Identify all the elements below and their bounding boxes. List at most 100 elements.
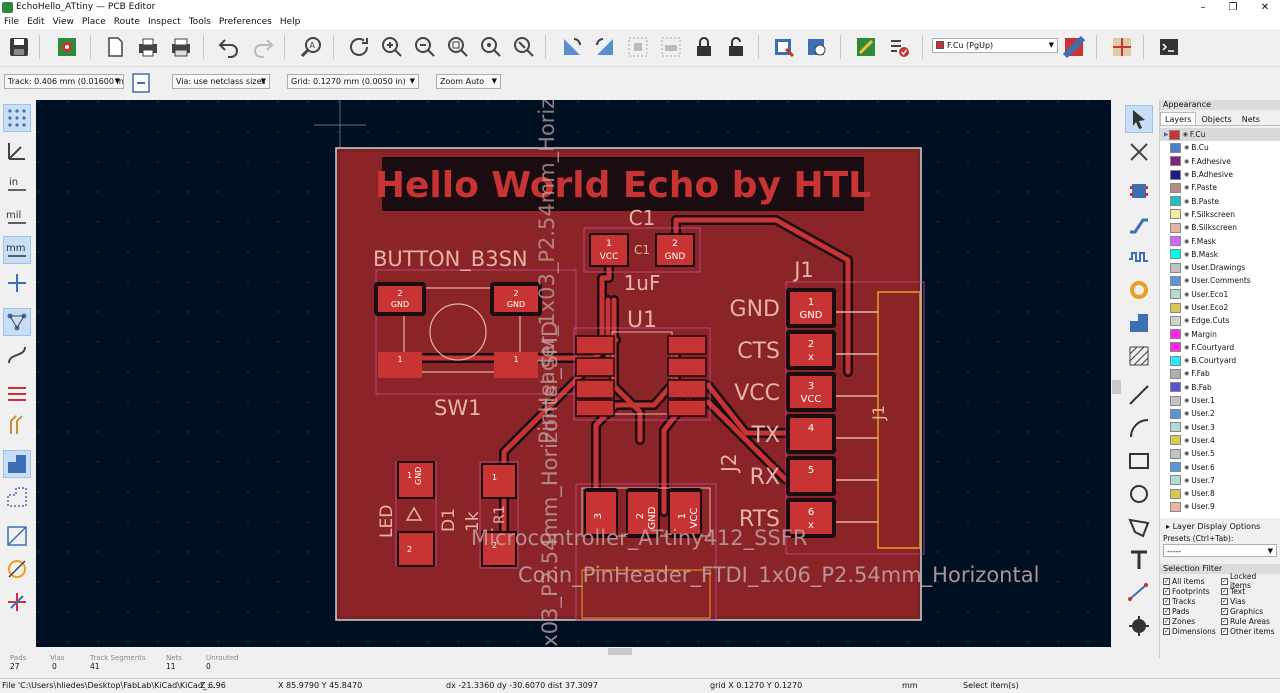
- redo-icon[interactable]: [249, 33, 277, 61]
- layer-row[interactable]: ◉ User.3: [1160, 421, 1280, 434]
- menu-place[interactable]: Place: [78, 15, 110, 29]
- board-setup-icon[interactable]: [53, 33, 81, 61]
- print-icon[interactable]: [134, 33, 162, 61]
- vertical-scrollbar[interactable]: [1111, 100, 1122, 648]
- eye-icon[interactable]: ◉: [1184, 357, 1189, 364]
- filter-checkbox[interactable]: ✓ Other items: [1221, 626, 1279, 636]
- layer-color-swatch[interactable]: [1170, 209, 1181, 220]
- refresh-icon[interactable]: [345, 33, 373, 61]
- layer-row[interactable]: ◉ F.Mask: [1160, 234, 1280, 247]
- layer-row[interactable]: ▶ ◉ F.Cu: [1160, 128, 1280, 142]
- draw-polygon-icon[interactable]: [1125, 513, 1153, 541]
- layer-color-swatch[interactable]: [1170, 422, 1181, 433]
- close-button[interactable]: ✕: [1250, 0, 1280, 15]
- grid-origin-icon[interactable]: [1125, 612, 1153, 640]
- minimize-button[interactable]: –: [1188, 0, 1218, 15]
- horizontal-scrollbar[interactable]: [36, 647, 1111, 656]
- zone-outline-icon[interactable]: [3, 483, 31, 511]
- layer-row[interactable]: ◉ User.Eco2: [1160, 301, 1280, 314]
- layer-color-swatch[interactable]: [1170, 275, 1181, 286]
- layer-row[interactable]: ◉ User.9: [1160, 500, 1280, 513]
- j1-pad[interactable]: 5: [786, 456, 836, 496]
- layer-color-swatch[interactable]: [1170, 329, 1181, 340]
- layer-row[interactable]: ◉ F.Silkscreen: [1160, 208, 1280, 221]
- layer-color-swatch[interactable]: [1170, 302, 1181, 313]
- filter-checkbox[interactable]: ✓ Zones: [1163, 616, 1221, 626]
- hide-other-nets-icon[interactable]: [3, 588, 31, 616]
- polar-coords-icon[interactable]: [3, 137, 31, 165]
- filter-checkbox[interactable]: ✓ Footprints: [1163, 586, 1221, 596]
- j1-pad[interactable]: 1 GND: [786, 288, 836, 328]
- layer-color-swatch[interactable]: [1170, 382, 1181, 393]
- layer-color-swatch[interactable]: [1170, 501, 1181, 512]
- filter-checkbox[interactable]: ✓ Vias: [1221, 596, 1279, 606]
- tab-layers[interactable]: Layers: [1160, 112, 1197, 125]
- layer-color-swatch[interactable]: [1170, 262, 1181, 273]
- zoom-objects-icon[interactable]: [477, 33, 505, 61]
- filter-checkbox[interactable]: ✓ All items: [1163, 576, 1221, 586]
- grid-select[interactable]: Grid: 0.1270 mm (0.0050 in) ▼: [287, 74, 419, 89]
- via-size-select[interactable]: Via: use netclass sizes ▼: [172, 74, 270, 89]
- layer-color-swatch[interactable]: [1170, 448, 1181, 459]
- eye-icon[interactable]: ◉: [1184, 464, 1189, 471]
- filter-checkbox[interactable]: ✓ Text: [1221, 586, 1279, 596]
- add-text-icon[interactable]: [1125, 546, 1153, 574]
- page-settings-icon[interactable]: [101, 33, 129, 61]
- eye-icon[interactable]: ◉: [1184, 317, 1189, 324]
- eye-icon[interactable]: ◉: [1184, 158, 1189, 165]
- filter-checkbox[interactable]: ✓ Dimensions: [1163, 626, 1221, 636]
- presets-select[interactable]: ----- ▼: [1163, 544, 1277, 557]
- eye-icon[interactable]: ◉: [1184, 477, 1189, 484]
- zone-fill-icon[interactable]: [3, 450, 31, 478]
- layer-row[interactable]: ◉ User.7: [1160, 474, 1280, 487]
- layer-row[interactable]: ◉ Edge.Cuts: [1160, 314, 1280, 327]
- layer-color-swatch[interactable]: [1170, 475, 1181, 486]
- tab-objects[interactable]: Objects: [1196, 112, 1236, 125]
- microwave-tools-icon[interactable]: [1108, 33, 1136, 61]
- eye-icon[interactable]: ◉: [1184, 424, 1189, 431]
- j1-pad[interactable]: 2x: [786, 330, 836, 370]
- add-footprint-icon[interactable]: [1125, 177, 1153, 205]
- eye-icon[interactable]: ◉: [1184, 304, 1189, 311]
- menu-help[interactable]: Help: [276, 15, 305, 29]
- unlock-icon[interactable]: [722, 33, 750, 61]
- eye-icon[interactable]: ◉: [1184, 277, 1189, 284]
- menu-view[interactable]: View: [49, 15, 78, 29]
- pad-outline-icon[interactable]: [3, 522, 31, 550]
- layer-row[interactable]: ◉ F.Courtyard: [1160, 341, 1280, 354]
- eye-icon[interactable]: ◉: [1184, 198, 1189, 205]
- layer-row[interactable]: ◉ User.5: [1160, 447, 1280, 460]
- tune-length-icon[interactable]: [1125, 243, 1153, 271]
- zoom-select[interactable]: Zoom Auto ▼: [436, 74, 501, 89]
- layer-row[interactable]: ◉ B.Courtyard: [1160, 354, 1280, 367]
- layer-color-swatch[interactable]: [1170, 222, 1181, 233]
- add-via-icon[interactable]: [1125, 276, 1153, 304]
- eye-icon[interactable]: ◉: [1184, 344, 1189, 351]
- units-mil-icon[interactable]: mil: [3, 203, 31, 231]
- scripting-icon[interactable]: [852, 33, 880, 61]
- menu-route[interactable]: Route: [110, 15, 144, 29]
- mirror-h-icon[interactable]: [624, 33, 652, 61]
- layer-color-swatch[interactable]: [1170, 408, 1181, 419]
- scripting-console-icon[interactable]: [1155, 33, 1183, 61]
- eye-icon[interactable]: ◉: [1184, 490, 1189, 497]
- pcb-canvas[interactable]: Hello World Echo by HTL 2 GND 2 GND 1 1 …: [36, 100, 1111, 648]
- net-highlight-icon[interactable]: [3, 378, 31, 406]
- layer-row[interactable]: ◉ F.Fab: [1160, 367, 1280, 380]
- layer-row[interactable]: ◉ B.Mask: [1160, 248, 1280, 261]
- layer-color-swatch[interactable]: [1170, 182, 1181, 193]
- find-icon[interactable]: A: [297, 33, 325, 61]
- eye-icon[interactable]: ◉: [1184, 224, 1189, 231]
- j1-pad[interactable]: 3 VCC: [786, 372, 836, 412]
- draw-line-icon[interactable]: [1125, 381, 1153, 409]
- layer-pair-icon[interactable]: [1060, 33, 1088, 61]
- update-pcb-icon[interactable]: [770, 33, 798, 61]
- layer-row[interactable]: ◉ B.Silkscreen: [1160, 221, 1280, 234]
- layer-color-swatch[interactable]: [1170, 342, 1181, 353]
- layer-row[interactable]: ◉ B.Adhesive: [1160, 168, 1280, 181]
- layer-row[interactable]: ◉ User.1: [1160, 394, 1280, 407]
- menu-edit[interactable]: Edit: [23, 15, 48, 29]
- cursor-shape-icon[interactable]: [3, 269, 31, 297]
- layer-row[interactable]: ◉ User.6: [1160, 460, 1280, 473]
- layer-row[interactable]: ◉ B.Paste: [1160, 194, 1280, 207]
